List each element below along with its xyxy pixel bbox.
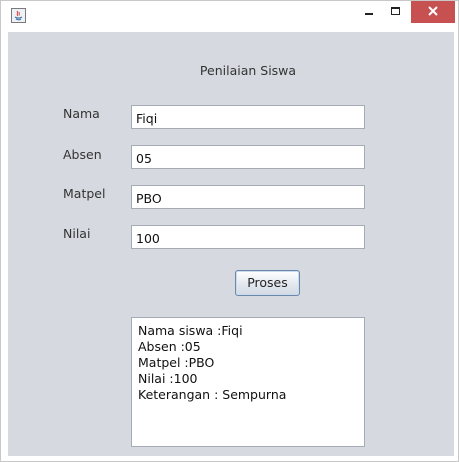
nama-input[interactable]: [131, 105, 365, 129]
absen-input[interactable]: [131, 145, 365, 169]
absen-label: Absen: [63, 147, 102, 162]
matpel-label: Matpel: [63, 186, 106, 201]
nama-label: Nama: [63, 106, 100, 121]
result-line: Nama siswa :Fiqi: [138, 323, 243, 338]
result-line: Absen :05: [138, 339, 201, 354]
close-button[interactable]: [411, 1, 455, 23]
result-line: Nilai :100: [138, 371, 198, 386]
close-icon: [428, 6, 438, 16]
maximize-button[interactable]: [385, 1, 407, 23]
result-line: Keterangan : Sempurna: [138, 387, 287, 402]
matpel-input[interactable]: [131, 185, 365, 209]
proses-button[interactable]: Proses: [235, 270, 300, 296]
form-panel: Penilaian Siswa Nama Absen Matpel Nilai …: [8, 32, 454, 456]
nilai-input[interactable]: [131, 225, 365, 249]
result-line: Matpel :PBO: [138, 355, 215, 370]
title-bar[interactable]: [1, 1, 458, 31]
minimize-button[interactable]: [358, 1, 380, 23]
nilai-label: Nilai: [63, 226, 91, 241]
result-textarea[interactable]: Nama siswa :Fiqi Absen :05 Matpel :PBO N…: [131, 317, 365, 447]
app-window: Penilaian Siswa Nama Absen Matpel Nilai …: [0, 0, 459, 462]
form-title: Penilaian Siswa: [199, 63, 297, 78]
java-icon[interactable]: [11, 8, 26, 23]
